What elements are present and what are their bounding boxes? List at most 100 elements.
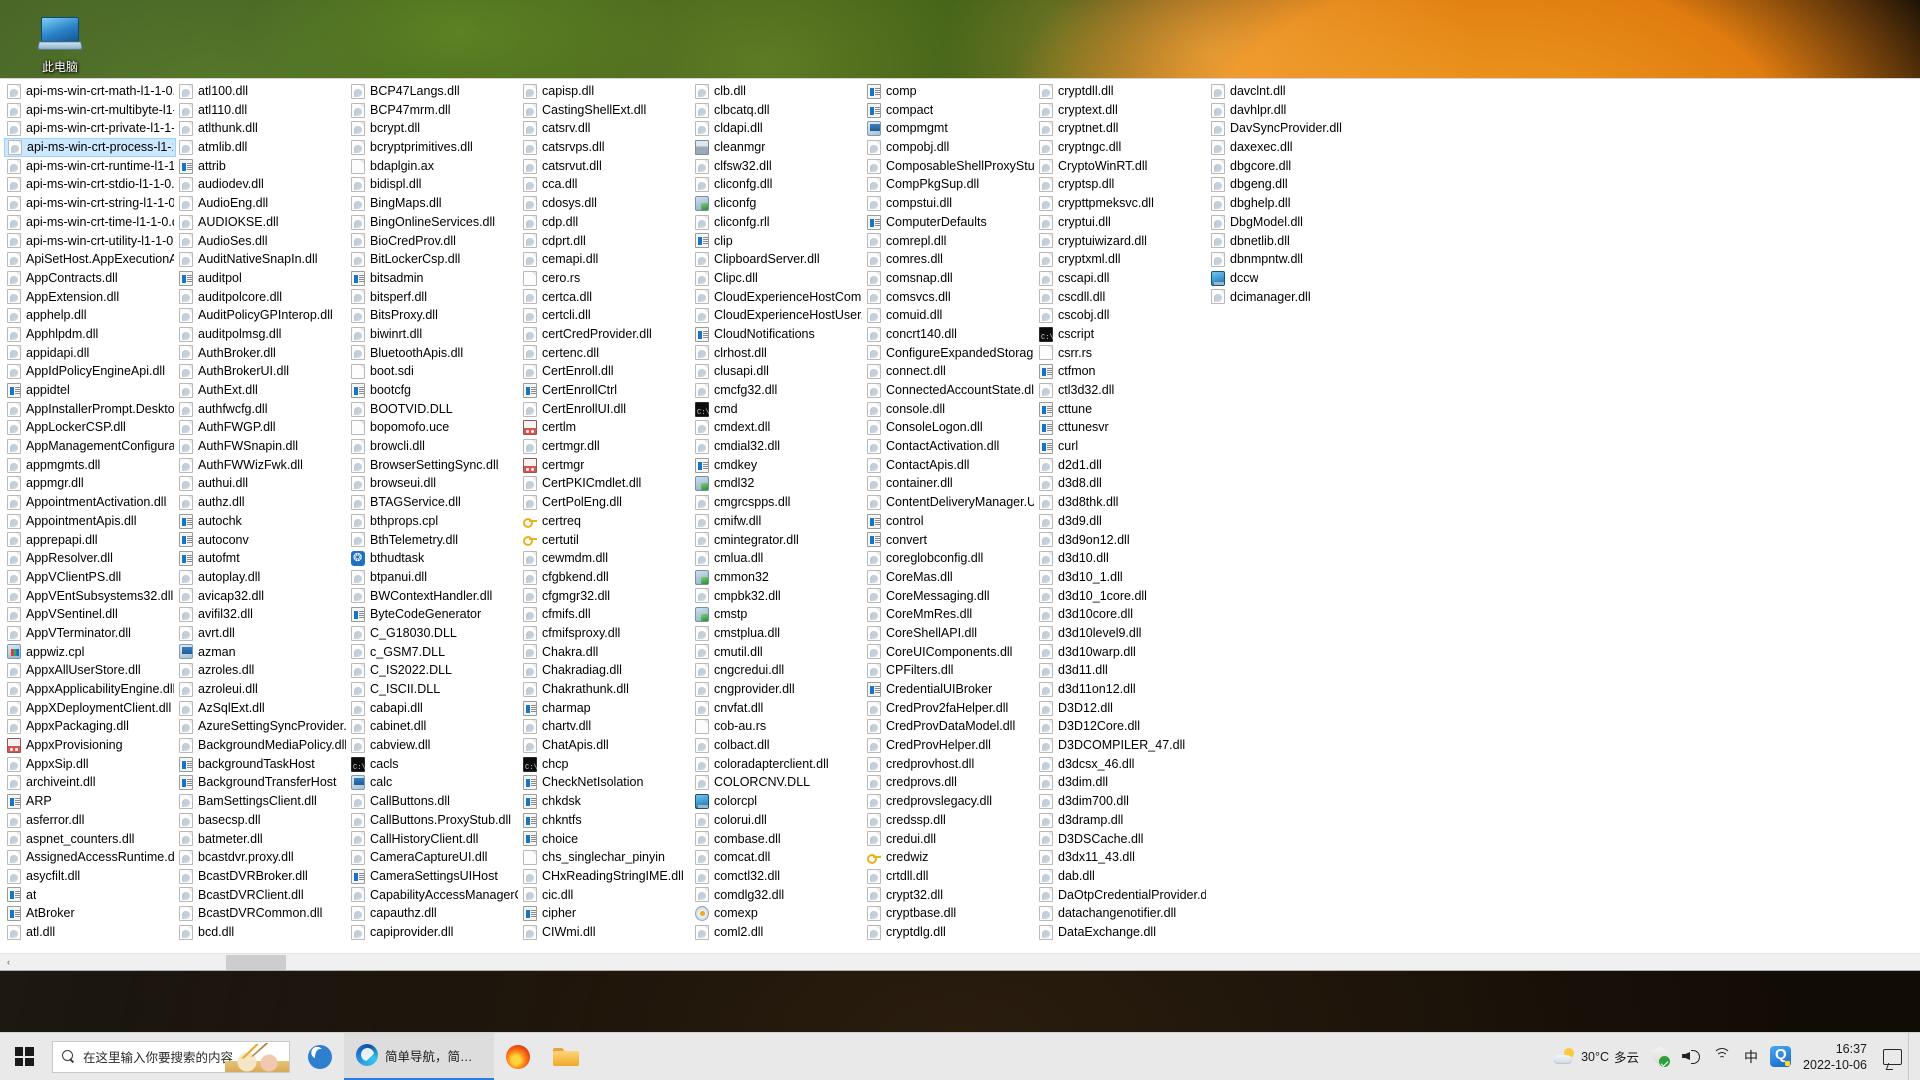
file-list-item[interactable]: certreq [520,512,692,531]
file-list-item[interactable]: control [864,512,1036,531]
file-list-item[interactable]: crtdll.dll [864,867,1036,886]
file-list-item[interactable]: CloudExperienceHostCommon.dll [692,288,864,307]
file-list-item[interactable]: browseui.dll [348,474,520,493]
file-list-item[interactable]: BOOTVID.DLL [348,400,520,419]
file-list-item[interactable]: credprovslegacy.dll [864,792,1036,811]
file-list-item[interactable]: AppVClientPS.dll [4,568,176,587]
file-list-item[interactable]: audiodev.dll [176,175,348,194]
file-list-item[interactable]: cic.dll [520,886,692,905]
file-list-item[interactable]: cnvfat.dll [692,699,864,718]
file-list-item[interactable]: CertPolEng.dll [520,493,692,512]
file-list-item[interactable]: chs_singlechar_pinyin [520,848,692,867]
file-list-item[interactable]: CertPKICmdlet.dll [520,474,692,493]
file-list-item[interactable]: cfgmgr32.dll [520,587,692,606]
file-list-item[interactable]: CapabilityAccessManagerClient.dll [348,886,520,905]
file-list-item[interactable]: autofmt [176,549,348,568]
file-list-item[interactable]: appidtel [4,381,176,400]
file-list-item[interactable]: AppInstallerPrompt.Desktop.dll [4,400,176,419]
taskbar-item-file-explorer[interactable] [542,1033,590,1080]
file-list-item[interactable]: cipher [520,904,692,923]
file-list-item[interactable]: comres.dll [864,250,1036,269]
file-list-item[interactable]: cmifw.dll [692,512,864,531]
file-list-item[interactable]: cmpbk32.dll [692,587,864,606]
taskbar[interactable]: 在这里输入你要搜索的内容 简单导航，简约网... 30°C 多云 [0,1032,1920,1080]
file-list-item[interactable]: api-ms-win-crt-string-l1-1-0.dll [4,194,176,213]
file-list-item[interactable]: cttune [1036,400,1208,419]
file-list-item[interactable]: comdlg32.dll [692,886,864,905]
file-list-item[interactable]: BamSettingsClient.dll [176,792,348,811]
file-list-item[interactable]: ContentDeliveryManager.Utilities.dll [864,493,1036,512]
file-list-item[interactable]: CredProv2faHelper.dll [864,699,1036,718]
file-list-item[interactable]: apprepapi.dll [4,531,176,550]
file-list-item[interactable]: d3d8.dll [1036,474,1208,493]
file-list-item[interactable]: cmdial32.dll [692,437,864,456]
file-list-item[interactable]: C_ISCII.DLL [348,680,520,699]
file-list-item[interactable]: cmlua.dll [692,549,864,568]
file-list-item[interactable]: BCP47Langs.dll [348,82,520,101]
file-list-item[interactable]: AuthBrokerUI.dll [176,362,348,381]
file-list-item[interactable]: BcastDVRClient.dll [176,886,348,905]
file-list-item[interactable]: autoconv [176,531,348,550]
file-list-item[interactable]: AppxSip.dll [4,755,176,774]
file-list-item[interactable]: ContactActivation.dll [864,437,1036,456]
file-list-item[interactable]: BitLockerCsp.dll [348,250,520,269]
file-list-item[interactable]: credprovs.dll [864,773,1036,792]
file-list-item[interactable]: cmstplua.dll [692,624,864,643]
file-list-item[interactable]: Apphlpdm.dll [4,325,176,344]
file-list-item[interactable]: d3d8thk.dll [1036,493,1208,512]
file-list-item[interactable]: combase.dll [692,830,864,849]
file-list-item[interactable]: boot.sdi [348,362,520,381]
file-list-item[interactable]: crypttpmeksvc.dll [1036,194,1208,213]
file-list-item[interactable]: clbcatq.dll [692,101,864,120]
file-list-item[interactable]: BitsProxy.dll [348,306,520,325]
file-list-item[interactable]: cfmifs.dll [520,605,692,624]
scrollbar-thumb[interactable] [226,955,287,970]
file-list-item[interactable]: AppointmentActivation.dll [4,493,176,512]
file-list-item[interactable]: dbnmpntw.dll [1208,250,1380,269]
file-list-item[interactable]: chkntfs [520,811,692,830]
file-list-item[interactable]: cdprt.dll [520,232,692,251]
file-list-item[interactable]: ctl3d32.dll [1036,381,1208,400]
file-list-item[interactable]: api-ms-win-crt-stdio-l1-1-0.dll [4,175,176,194]
taskbar-item-microsoft-edge[interactable]: 简单导航，简约网... [344,1032,494,1080]
file-list-item[interactable]: at [4,886,176,905]
file-list-item[interactable]: dab.dll [1036,867,1208,886]
file-list-item[interactable]: autoplay.dll [176,568,348,587]
file-list-item[interactable]: ClipboardServer.dll [692,250,864,269]
file-list-item[interactable]: d3d10level9.dll [1036,624,1208,643]
file-list-item[interactable]: charmap [520,699,692,718]
file-list-item[interactable]: csrr.rs [1036,344,1208,363]
tray-windows-security[interactable] [1645,1033,1675,1080]
file-list-item[interactable]: d3d10core.dll [1036,605,1208,624]
file-list-item[interactable]: AppManagementConfiguration.dll [4,437,176,456]
file-list-item[interactable]: AuthFWWizFwk.dll [176,456,348,475]
file-list-item[interactable]: auditpolmsg.dll [176,325,348,344]
file-list-item[interactable]: dbghelp.dll [1208,194,1380,213]
file-list-item[interactable]: cacls [348,755,520,773]
file-list-item[interactable]: atmlib.dll [176,138,348,157]
file-list-item[interactable]: d3dim700.dll [1036,792,1208,811]
file-list-item[interactable]: CoreUIComponents.dll [864,643,1036,662]
file-list-item[interactable]: catsrv.dll [520,119,692,138]
file-list-item[interactable]: cleanmgr [692,138,864,157]
file-list-item[interactable]: bootcfg [348,381,520,400]
file-list-item[interactable]: cmintegrator.dll [692,531,864,550]
file-list-item[interactable]: cttunesvr [1036,418,1208,437]
file-list-item[interactable]: DataExchange.dll [1036,923,1208,942]
file-list-item[interactable]: BCP47mrm.dll [348,101,520,120]
file-list-item[interactable]: cabinet.dll [348,717,520,736]
file-list-item[interactable]: cryptsp.dll [1036,175,1208,194]
file-list-item[interactable]: d3dramp.dll [1036,811,1208,830]
file-list-item[interactable]: certCredProvider.dll [520,325,692,344]
file-list-item[interactable]: AppointmentApis.dll [4,512,176,531]
file-list-item[interactable]: auditpolcore.dll [176,288,348,307]
file-list-item[interactable]: Chakradiag.dll [520,661,692,680]
file-list-item[interactable]: bitsperf.dll [348,288,520,307]
file-list-item[interactable]: capauthz.dll [348,904,520,923]
file-list-item[interactable]: c_GSM7.DLL [348,643,520,662]
file-list-item[interactable]: AuditPolicyGPInterop.dll [176,306,348,325]
file-list-item[interactable]: CallHistoryClient.dll [348,830,520,849]
file-list-item[interactable]: d3d10_1core.dll [1036,587,1208,606]
file-list-item[interactable]: AzureSettingSyncProvider.dll [176,717,348,736]
file-list-item[interactable]: colorcpl [692,792,864,811]
